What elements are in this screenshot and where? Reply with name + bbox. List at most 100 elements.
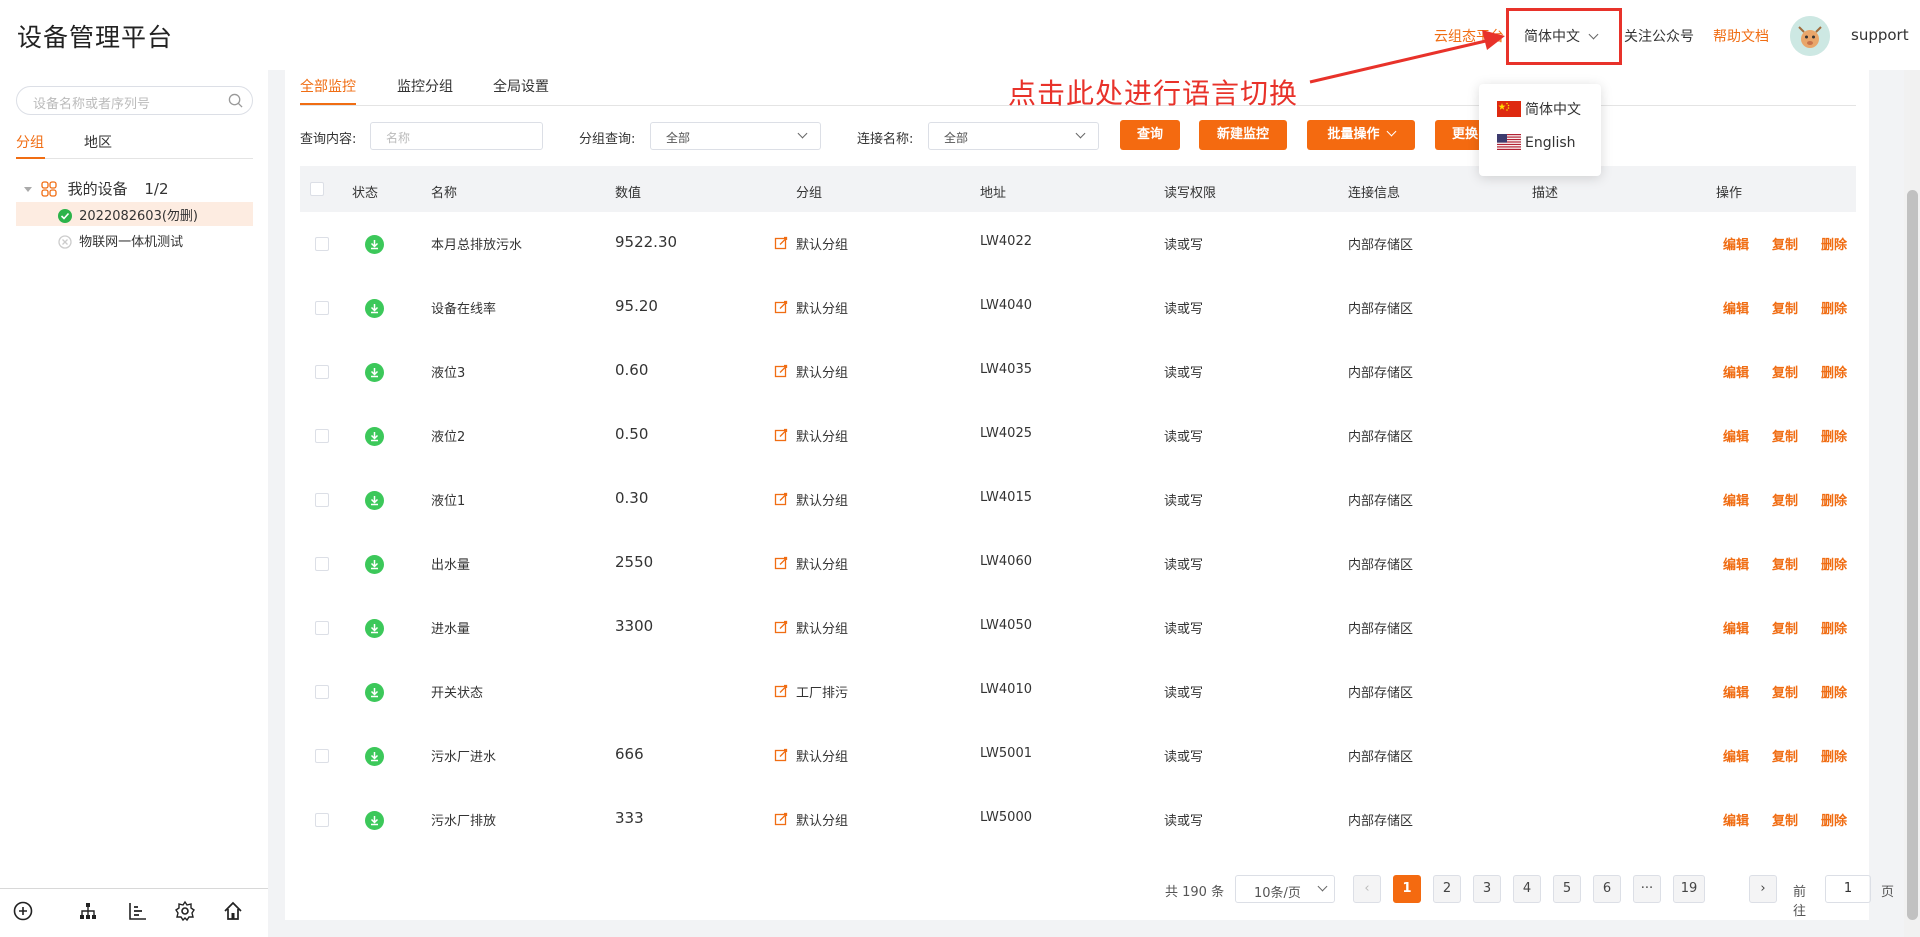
tree-device-item[interactable]: 物联网一体机测试 (58, 231, 183, 250)
row-checkbox[interactable] (315, 301, 329, 315)
edit-value-icon[interactable] (774, 364, 788, 378)
bar-list-icon[interactable] (127, 900, 149, 922)
page-size-select[interactable]: 10条/页 (1235, 875, 1335, 903)
search-button[interactable]: 查询 (1120, 120, 1180, 150)
copy-button[interactable]: 复制 (1772, 426, 1798, 445)
edit-value-icon[interactable] (774, 492, 788, 506)
delete-button[interactable]: 删除 (1821, 554, 1847, 573)
language-option-zh[interactable]: 简体中文 (1497, 99, 1581, 119)
row-checkbox[interactable] (315, 621, 329, 635)
delete-button[interactable]: 删除 (1821, 298, 1847, 317)
copy-button[interactable]: 复制 (1772, 490, 1798, 509)
select-all-checkbox[interactable] (310, 182, 324, 196)
page-button[interactable]: 19 (1673, 875, 1705, 903)
tab-region[interactable]: 地区 (84, 132, 112, 152)
page-button[interactable]: 6 (1593, 875, 1621, 903)
copy-button[interactable]: 复制 (1772, 298, 1798, 317)
copy-button[interactable]: 复制 (1772, 362, 1798, 381)
tab-global-settings[interactable]: 全局设置 (493, 76, 549, 96)
delete-button[interactable]: 删除 (1821, 746, 1847, 765)
prev-page-button[interactable]: ‹ (1353, 875, 1381, 903)
copy-button[interactable]: 复制 (1772, 682, 1798, 701)
search-icon[interactable] (228, 93, 243, 108)
username[interactable]: support (1851, 26, 1909, 44)
help-docs-link[interactable]: 帮助文档 (1713, 26, 1769, 46)
delete-button[interactable]: 删除 (1821, 234, 1847, 253)
cell-address: LW4022 (980, 234, 1032, 249)
next-page-button[interactable]: › (1749, 875, 1777, 903)
settings-icon[interactable] (174, 900, 196, 922)
edit-value-icon[interactable] (774, 300, 788, 314)
delete-button[interactable]: 删除 (1821, 618, 1847, 637)
copy-button[interactable]: 复制 (1772, 234, 1798, 253)
group-filter-select[interactable]: 全部 (650, 122, 821, 150)
query-input[interactable]: 名称 (370, 122, 543, 150)
edit-button[interactable]: 编辑 (1723, 554, 1749, 573)
tab-group[interactable]: 分组 (16, 132, 44, 152)
batch-operation-button[interactable]: 批量操作 (1307, 120, 1415, 150)
delete-button[interactable]: 删除 (1821, 426, 1847, 445)
scrollbar-thumb[interactable] (1907, 190, 1918, 920)
tab-monitor-groups[interactable]: 监控分组 (397, 76, 453, 96)
edit-button[interactable]: 编辑 (1723, 682, 1749, 701)
page-button[interactable]: 5 (1553, 875, 1581, 903)
caret-down-icon[interactable] (24, 187, 32, 192)
edit-button[interactable]: 编辑 (1723, 234, 1749, 253)
row-checkbox[interactable] (315, 813, 329, 827)
row-checkbox[interactable] (315, 685, 329, 699)
new-monitor-button[interactable]: 新建监控 (1199, 120, 1287, 150)
delete-button[interactable]: 删除 (1821, 810, 1847, 829)
tree-device-item[interactable]: 2022082603(勿删) (58, 205, 198, 224)
follow-account-link[interactable]: 关注公众号 (1624, 26, 1694, 46)
goto-page-input[interactable]: 1 (1825, 875, 1871, 903)
edit-value-icon[interactable] (774, 812, 788, 826)
edit-button[interactable]: 编辑 (1723, 490, 1749, 509)
row-checkbox[interactable] (315, 237, 329, 251)
avatar[interactable] (1790, 16, 1830, 56)
edit-button[interactable]: 编辑 (1723, 618, 1749, 637)
row-checkbox[interactable] (315, 749, 329, 763)
edit-value-icon[interactable] (774, 684, 788, 698)
edit-button[interactable]: 编辑 (1723, 810, 1749, 829)
edit-button[interactable]: 编辑 (1723, 746, 1749, 765)
row-checkbox[interactable] (315, 493, 329, 507)
edit-button[interactable]: 编辑 (1723, 362, 1749, 381)
copy-button[interactable]: 复制 (1772, 746, 1798, 765)
copy-button[interactable]: 复制 (1772, 554, 1798, 573)
row-checkbox[interactable] (315, 365, 329, 379)
delete-button[interactable]: 删除 (1821, 682, 1847, 701)
connection-filter-select[interactable]: 全部 (928, 122, 1099, 150)
tab-all-monitors[interactable]: 全部监控 (300, 76, 356, 96)
language-option-en[interactable]: English (1497, 134, 1576, 151)
page-button[interactable]: 1 (1393, 875, 1421, 903)
edit-value-icon[interactable] (774, 620, 788, 634)
language-selector[interactable]: 简体中文 (1524, 26, 1599, 46)
col-name: 名称 (431, 186, 458, 201)
home-icon[interactable] (222, 900, 244, 922)
table-row: 设备在线率 95.20 默认分组 LW4040 读或写 内部存储区 编辑 复制 删除 (300, 276, 1856, 340)
row-checkbox[interactable] (315, 429, 329, 443)
cell-address: LW4050 (980, 618, 1032, 633)
cell-group: 默认分组 (796, 430, 849, 445)
cell-name: 出水量 (431, 558, 471, 573)
copy-button[interactable]: 复制 (1772, 618, 1798, 637)
edit-value-icon[interactable] (774, 236, 788, 250)
copy-button[interactable]: 复制 (1772, 810, 1798, 829)
delete-button[interactable]: 删除 (1821, 362, 1847, 381)
col-rw: 读写权限 (1164, 186, 1217, 201)
edit-value-icon[interactable] (774, 556, 788, 570)
tree-root-my-devices[interactable]: 我的设备 1/2 (24, 178, 169, 199)
page-button[interactable]: 4 (1513, 875, 1541, 903)
page-button[interactable]: 2 (1433, 875, 1461, 903)
page-button[interactable]: 3 (1473, 875, 1501, 903)
device-search-input[interactable]: 设备名称或者序列号 (16, 86, 253, 115)
edit-button[interactable]: 编辑 (1723, 426, 1749, 445)
org-tree-icon[interactable] (77, 900, 99, 922)
edit-value-icon[interactable] (774, 428, 788, 442)
page-ellipsis[interactable]: ··· (1633, 875, 1661, 903)
delete-button[interactable]: 删除 (1821, 490, 1847, 509)
row-checkbox[interactable] (315, 557, 329, 571)
add-circle-icon[interactable] (12, 900, 34, 922)
edit-button[interactable]: 编辑 (1723, 298, 1749, 317)
edit-value-icon[interactable] (774, 748, 788, 762)
